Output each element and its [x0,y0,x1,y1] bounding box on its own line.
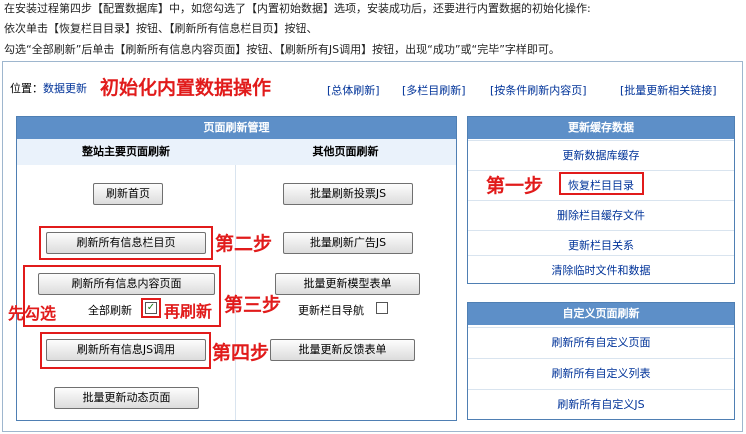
page-refresh-title: 页面刷新管理 [17,117,456,139]
intro-line-3: 勾选“全部刷新”后单击【刷新所有信息内容页面】按钮、【刷新所有JS调用】按钮，出… [4,43,560,56]
col2-title: 其他页面刷新 [235,139,456,165]
step1-highlight [559,172,644,195]
cache-panel: 更新缓存数据 更新数据库缓存 恢复栏目目录 删除栏目缓存文件 更新栏目关系 清除… [467,116,735,284]
step1-label: 第一步 [486,175,544,197]
col2-header: 其他页面刷新 [235,139,456,165]
link-overall-refresh[interactable]: [总体刷新] [327,82,380,98]
intro-line-1: 在安装过程第四步【配置数据库】中，如您勾选了【内置初始数据】选项，安装成功后，还… [4,2,591,15]
refresh-homepage-button[interactable]: 刷新首页 [93,183,163,205]
custom-item-js[interactable]: 刷新所有自定义JS [468,389,734,420]
cache-panel-title: 更新缓存数据 [468,117,734,139]
batch-update-feedback-form-button[interactable]: 批量更新反馈表单 [270,339,415,361]
step3-label: 第三步 [224,294,282,316]
step3-highlight [23,265,221,327]
nav-update-checkbox[interactable] [376,302,388,314]
cache-item-delete-column-cache[interactable]: 删除栏目缓存文件 [468,200,734,231]
location-label: 位置： [10,82,43,95]
custom-panel-title: 自定义页面刷新 [468,303,734,325]
cache-item-db-cache[interactable]: 更新数据库缓存 [468,140,734,171]
link-batch-update-links[interactable]: [批量更新相关链接] [620,82,717,98]
batch-update-dynamic-pages-button[interactable]: 批量更新动态页面 [54,387,199,409]
breadcrumb-link[interactable]: 数据更新 [43,82,87,95]
custom-item-lists[interactable]: 刷新所有自定义列表 [468,358,734,389]
link-multi-column-refresh[interactable]: [多栏目刷新] [402,82,466,98]
intro-line-2: 依次单击【恢复栏目目录】按钮、【刷新所有信息栏目页】按钮、 [4,22,318,35]
batch-refresh-vote-js-button[interactable]: 批量刷新投票JS [283,183,413,205]
link-conditional-refresh[interactable]: [按条件刷新内容页] [490,82,587,98]
batch-refresh-ad-js-button[interactable]: 批量刷新广告JS [283,232,413,254]
custom-page-panel: 自定义页面刷新 刷新所有自定义页面 刷新所有自定义列表 刷新所有自定义JS [467,302,735,420]
cache-item-clear-temp[interactable]: 清除临时文件和数据 [468,255,734,286]
step4-label: 第四步 [212,342,270,364]
nav-update-label: 更新栏目导航 [298,304,364,317]
step2-highlight [39,226,213,260]
col1-header: 整站主要页面刷新 [17,139,235,165]
custom-item-pages[interactable]: 刷新所有自定义页面 [468,327,734,358]
batch-update-model-form-button[interactable]: 批量更新模型表单 [275,273,420,295]
step4-highlight [40,332,211,369]
breadcrumb: 位置：数据更新 [10,80,87,96]
step2-label: 第二步 [215,233,273,255]
col1-title: 整站主要页面刷新 [17,139,235,165]
page-title: 初始化内置数据操作 [100,77,272,99]
